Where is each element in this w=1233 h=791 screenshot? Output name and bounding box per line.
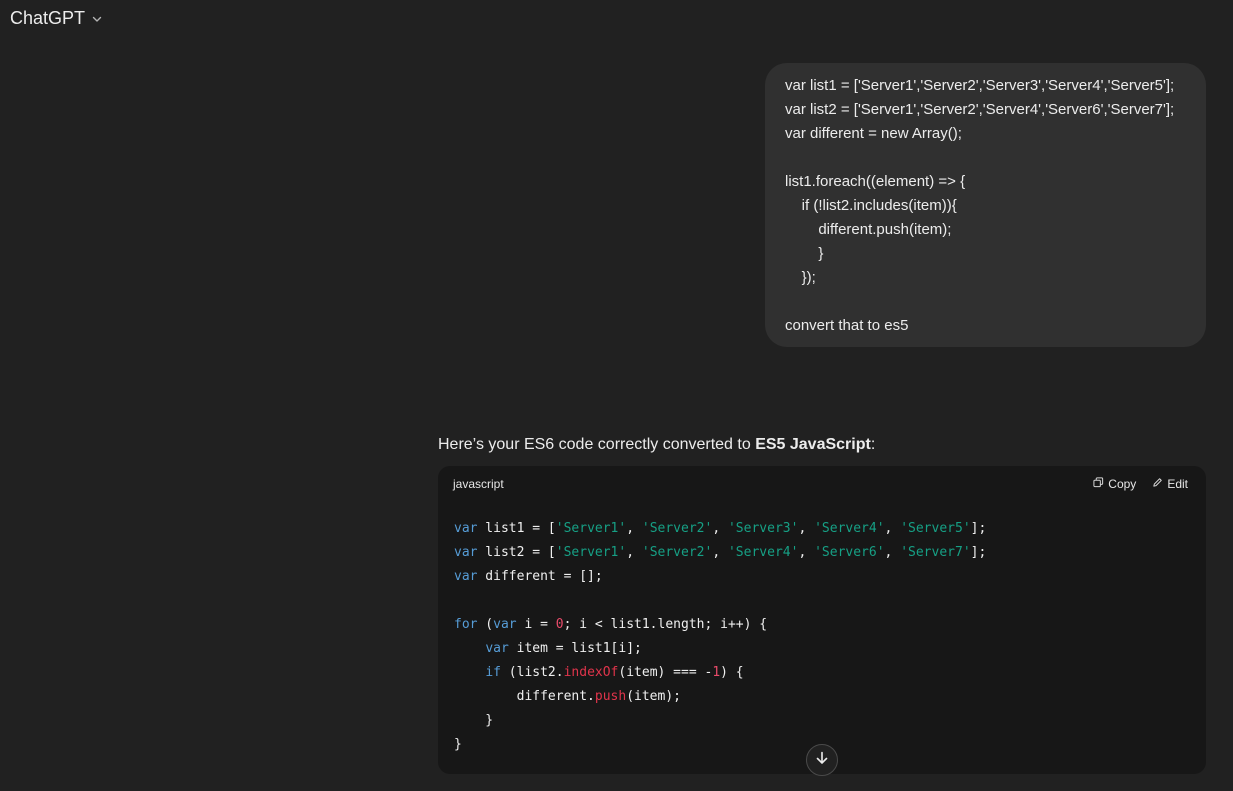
user-message-line: }: [785, 245, 824, 262]
user-message-line: [785, 290, 1186, 314]
arrow-down-icon: [814, 750, 830, 771]
code-line: if (list2.indexOf(item) === -1) {: [454, 661, 986, 685]
code-token: var: [454, 521, 478, 536]
code-token: ,: [712, 521, 728, 536]
code-token: 'Server1': [555, 521, 627, 536]
code-line: for (var i = 0; i < list1.length; i++) {: [454, 613, 986, 637]
code-token: 'Server6': [814, 545, 885, 560]
code-token: 'Server1': [555, 545, 627, 560]
user-message-line: convert that to es5: [785, 317, 909, 334]
code-token: 'Server5': [900, 521, 971, 536]
code-token: if: [485, 665, 501, 680]
code-token: 1: [712, 665, 721, 680]
edit-button[interactable]: Edit: [1152, 477, 1188, 491]
code-token: (list2.: [500, 665, 564, 680]
model-selector[interactable]: ChatGPT: [10, 6, 103, 30]
code-line: }: [454, 733, 986, 757]
code-token: 'Server3': [727, 521, 799, 536]
code-line: different.push(item);: [454, 685, 986, 709]
user-message-line: if (!list2.includes(item)){: [785, 197, 957, 214]
code-token: 'Server7': [900, 545, 971, 560]
code-actions: Copy Edit: [1093, 477, 1188, 491]
code-token: var: [454, 545, 478, 560]
code-line: var list2 = ['Server1', 'Server2', 'Serv…: [454, 541, 986, 565]
intro-text: Here’s your ES6 code correctly converted…: [438, 436, 756, 453]
code-token: 'Server4': [814, 521, 885, 536]
user-message-line: var list1 = ['Server1','Server2','Server…: [785, 77, 1175, 94]
app-title: ChatGPT: [10, 7, 86, 28]
code-token: item = list1[i];: [508, 641, 642, 656]
code-token: 0: [555, 617, 564, 632]
copy-button[interactable]: Copy: [1093, 477, 1136, 491]
code-language-label: javascript: [453, 477, 504, 491]
edit-label: Edit: [1167, 477, 1188, 491]
user-message-line: var different = new Array();: [785, 125, 962, 142]
code-token: 'Server2': [641, 521, 713, 536]
code-token: ,: [626, 545, 642, 560]
code-token: list2 = [: [477, 545, 556, 560]
code-token: for: [454, 617, 478, 632]
code-token: ,: [712, 545, 728, 560]
code-token: ,: [798, 545, 815, 560]
code-token: 'Server4': [727, 545, 799, 560]
copy-icon: [1093, 477, 1104, 491]
user-message-line: [785, 146, 1186, 170]
code-token: i =: [516, 617, 556, 632]
code-token: (item) === -: [618, 665, 713, 680]
user-message-line: var list2 = ['Server1','Server2','Server…: [785, 101, 1175, 118]
intro-suffix: :: [870, 436, 876, 453]
code-token: (: [477, 617, 494, 632]
code-body: var list1 = ['Server1', 'Server2', 'Serv…: [454, 517, 986, 757]
code-token: different.: [454, 689, 595, 704]
code-token: indexOf: [563, 665, 619, 680]
code-token: }: [454, 737, 462, 752]
code-line: }: [454, 709, 986, 733]
code-token: ];: [970, 521, 987, 536]
code-token: var: [485, 641, 509, 656]
assistant-intro: Here’s your ES6 code correctly converted…: [438, 433, 875, 457]
code-token: ];: [970, 545, 987, 560]
intro-bold: ES5 JavaScript: [755, 436, 871, 453]
chevron-down-icon: [91, 12, 103, 24]
code-token: different = [];: [477, 569, 603, 584]
user-message-line: different.push(item);: [785, 221, 952, 238]
code-token: var: [493, 617, 517, 632]
code-block: javascript Copy Edit var list1 = ['Serve…: [438, 466, 1206, 774]
edit-icon: [1152, 477, 1163, 491]
code-token: (item);: [626, 689, 681, 704]
code-token: list1 = [: [477, 521, 556, 536]
code-token: }: [454, 713, 494, 728]
user-message: var list1 = ['Server1','Server2','Server…: [765, 63, 1206, 347]
code-token: ; i < list1.length; i++) {: [563, 617, 768, 632]
code-line: var item = list1[i];: [454, 637, 986, 661]
user-message-line: list1.foreach((element) => {: [785, 173, 966, 190]
user-message-line: });: [785, 269, 816, 286]
code-line: var different = [];: [454, 565, 986, 589]
code-token: ,: [884, 521, 901, 536]
code-token: push: [594, 689, 627, 704]
code-token: ,: [884, 545, 901, 560]
code-token: ) {: [720, 665, 744, 680]
scroll-to-bottom-button[interactable]: [806, 744, 838, 776]
code-token: ,: [798, 521, 815, 536]
code-token: ,: [626, 521, 642, 536]
code-line: var list1 = ['Server1', 'Server2', 'Serv…: [454, 517, 986, 541]
code-token: var: [454, 569, 478, 584]
copy-label: Copy: [1108, 477, 1137, 491]
code-token: 'Server2': [641, 545, 713, 560]
